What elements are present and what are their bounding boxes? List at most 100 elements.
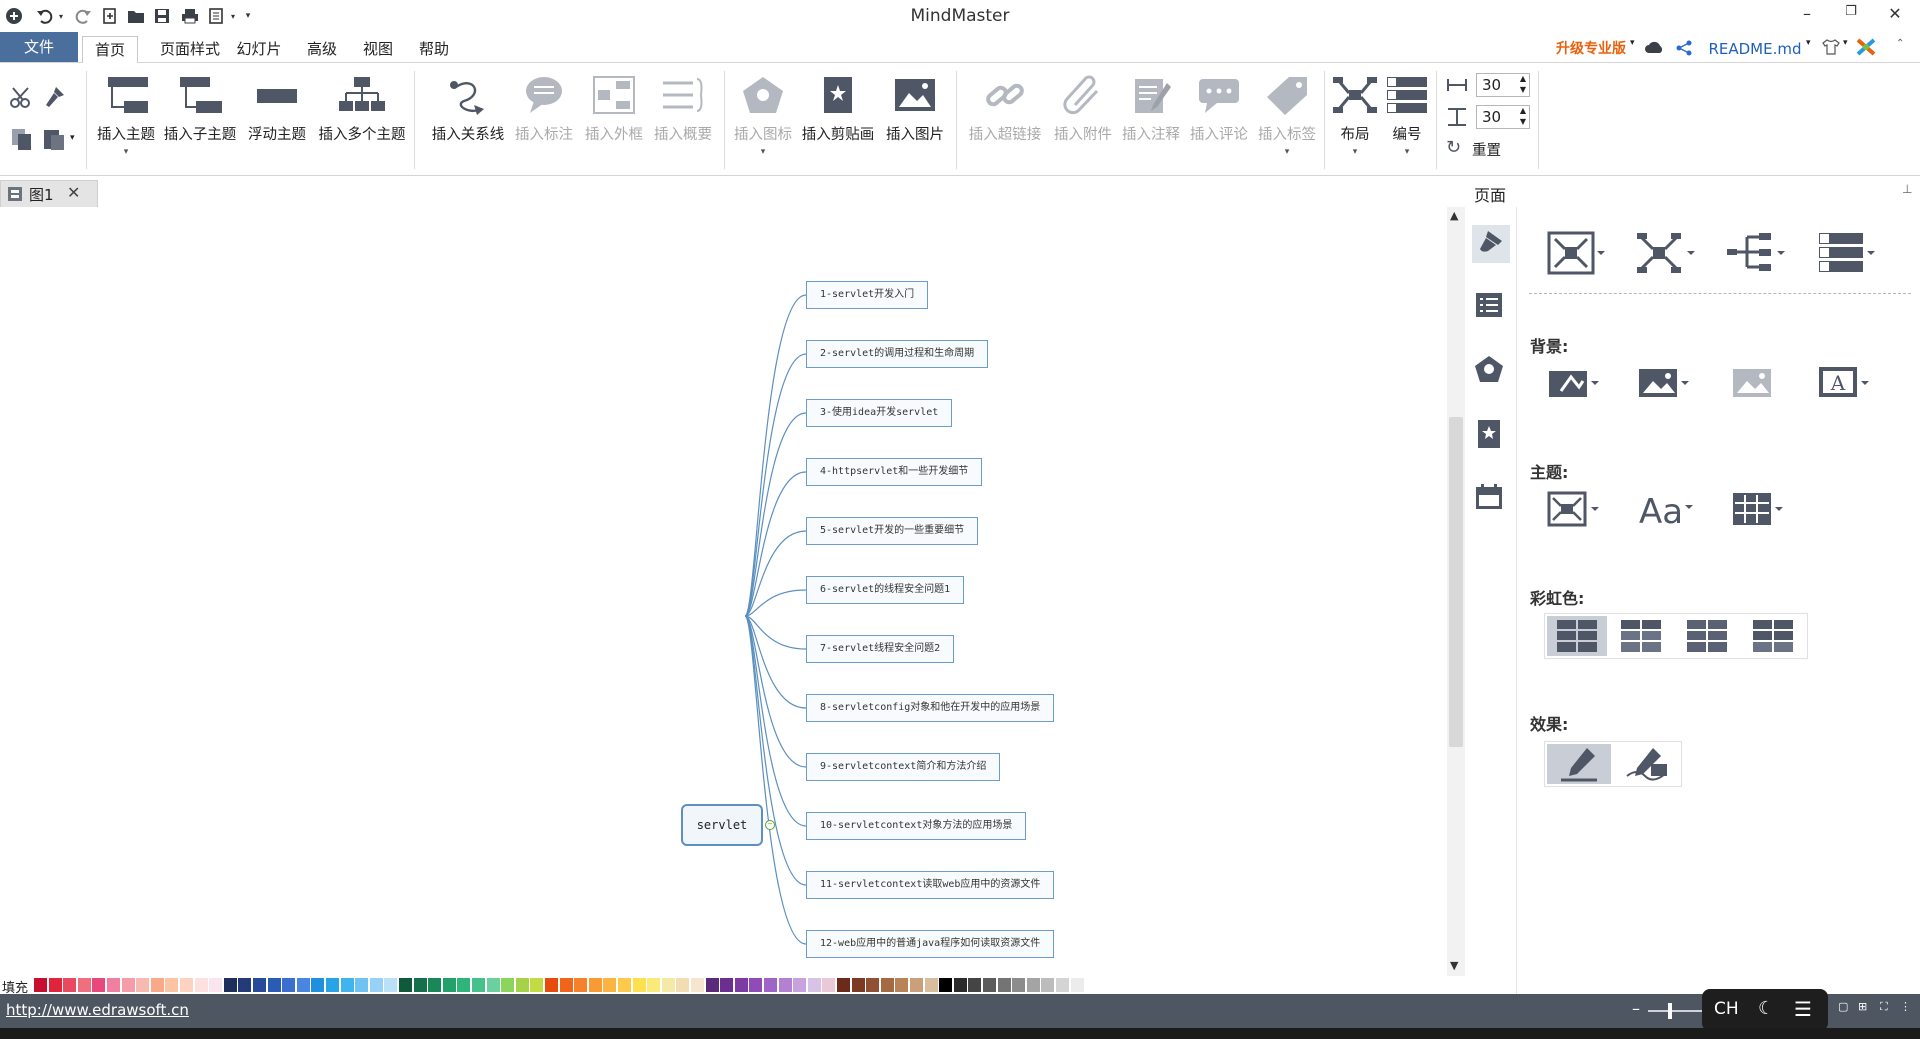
color-swatch[interactable] [413, 978, 427, 992]
insert-topic-dropdown-icon[interactable]: ▾ [92, 147, 160, 157]
color-swatch[interactable] [194, 978, 208, 992]
insert-image-button[interactable]: 插入图片 [880, 63, 950, 175]
color-swatch[interactable] [603, 978, 617, 992]
color-swatch[interactable] [953, 978, 967, 992]
color-swatch[interactable] [983, 978, 996, 992]
theme-font-icon[interactable]: Aa [1639, 489, 1693, 533]
color-swatch[interactable] [63, 978, 77, 992]
color-swatch[interactable] [997, 978, 1011, 992]
color-swatch[interactable] [676, 978, 690, 992]
share-icon[interactable] [1676, 40, 1692, 60]
color-swatch[interactable] [428, 978, 442, 992]
color-swatch[interactable] [851, 978, 865, 992]
color-swatch[interactable] [545, 978, 558, 992]
color-swatch[interactable] [793, 978, 807, 992]
color-swatch[interactable] [968, 978, 982, 992]
color-swatch[interactable] [180, 978, 193, 992]
color-swatch[interactable] [705, 978, 719, 992]
icon-library-tab[interactable] [1474, 355, 1504, 387]
scroll-up-icon[interactable]: ▲ [1450, 209, 1458, 222]
topic-node[interactable]: 3-使用idea开发servlet [806, 399, 953, 427]
topic-node[interactable]: 6-servlet的线程安全问题1 [806, 576, 965, 604]
list-layout-icon[interactable] [1817, 231, 1875, 279]
color-swatch[interactable] [559, 978, 573, 992]
theme-color-icon[interactable] [1731, 491, 1785, 531]
remove-background-icon[interactable] [1731, 365, 1775, 403]
topic-node[interactable]: 2-servlet的调用过程和生命周期 [806, 340, 989, 368]
rainbow-option-2[interactable] [1621, 620, 1661, 656]
numbering-button[interactable]: 编号 ▾ [1382, 63, 1432, 175]
rainbow-option-4[interactable] [1753, 620, 1793, 656]
color-swatch[interactable] [238, 978, 252, 992]
color-swatch[interactable] [691, 978, 704, 992]
horizontal-spacing-input[interactable]: 30 ▲ ▼ [1476, 73, 1530, 97]
color-swatch[interactable] [296, 978, 310, 992]
collapse-branch-icon[interactable]: − [765, 820, 775, 830]
pin-icon[interactable]: ⊥ [1902, 182, 1912, 196]
color-swatch[interactable] [661, 978, 675, 992]
color-swatch[interactable] [588, 978, 602, 992]
colorful-logo-icon[interactable] [1856, 38, 1876, 60]
insert-comment-button[interactable]: 插入评论 [1186, 63, 1252, 175]
color-swatch[interactable] [501, 978, 515, 992]
color-swatch[interactable] [472, 978, 485, 992]
layout-button[interactable]: 布局 ▾ [1330, 63, 1380, 175]
rainbow-option-3[interactable] [1687, 620, 1727, 656]
color-swatch[interactable] [749, 978, 763, 992]
color-swatch[interactable] [165, 978, 179, 992]
zoom-out-button[interactable]: – [1632, 999, 1640, 1018]
website-link[interactable]: http://www.edrawsoft.cn [6, 1001, 189, 1019]
color-swatch[interactable] [720, 978, 734, 992]
color-swatch[interactable] [77, 978, 91, 992]
topic-node[interactable]: 1-servlet开发入门 [806, 281, 929, 309]
format-painter-icon[interactable] [42, 85, 66, 113]
color-swatch[interactable] [866, 978, 880, 992]
vertical-spacing-input[interactable]: 30 ▲ ▼ [1476, 105, 1530, 129]
color-swatch[interactable] [121, 978, 135, 992]
color-swatch[interactable] [1056, 978, 1069, 992]
color-swatch[interactable] [1085, 978, 1099, 992]
color-swatch[interactable] [1012, 978, 1026, 992]
fit-width-icon[interactable]: ⊞ [1858, 1000, 1867, 1013]
background-image-icon[interactable] [1637, 365, 1691, 403]
color-swatch[interactable] [778, 978, 792, 992]
tab-home[interactable]: 首页 [82, 36, 138, 64]
color-swatch[interactable] [369, 978, 383, 992]
tree-layout-icon[interactable] [1637, 231, 1695, 279]
page-format-tab[interactable] [1472, 225, 1510, 263]
fit-page-icon[interactable]: ▢ [1838, 1000, 1848, 1013]
insert-attachment-button[interactable]: 插入附件 [1050, 63, 1116, 175]
zoom-slider[interactable] [1648, 1003, 1708, 1019]
tab-file[interactable]: 文件 [0, 32, 78, 62]
scroll-down-icon[interactable]: ▼ [1450, 959, 1458, 972]
color-swatch[interactable] [515, 978, 529, 992]
insert-tag-dropdown-icon[interactable]: ▾ [1254, 147, 1320, 157]
insert-tag-button[interactable]: 插入标签 ▾ [1254, 63, 1320, 175]
color-swatch[interactable] [267, 978, 281, 992]
readme-dropdown-icon[interactable]: ▾ [1806, 38, 1811, 48]
color-swatch[interactable] [1026, 978, 1040, 992]
color-swatch[interactable] [924, 978, 938, 992]
collapse-ribbon-icon[interactable]: ⌃ [1896, 38, 1904, 49]
spinner-icon[interactable]: ▲ ▼ [1520, 73, 1526, 95]
color-swatch[interactable] [223, 978, 237, 992]
color-swatch[interactable] [457, 978, 471, 992]
tab-help[interactable]: 帮助 [412, 36, 456, 62]
restore-button[interactable]: ❐ [1836, 4, 1866, 28]
numbering-dropdown-icon[interactable]: ▾ [1382, 147, 1432, 157]
color-swatch[interactable] [632, 978, 646, 992]
tab-advanced[interactable]: 高级 [300, 36, 344, 62]
tab-slides[interactable]: 幻灯片 [234, 36, 284, 62]
color-swatch[interactable] [530, 978, 544, 992]
color-swatch[interactable] [647, 978, 661, 992]
close-button[interactable]: ✕ [1880, 4, 1910, 28]
color-swatch[interactable] [574, 978, 588, 992]
copy-icon[interactable] [10, 127, 34, 155]
upgrade-dropdown-icon[interactable]: ▾ [1630, 38, 1635, 48]
map-layout-icon[interactable] [1547, 231, 1605, 279]
color-swatch[interactable] [880, 978, 894, 992]
document-tab[interactable]: 图1 ✕ [0, 180, 98, 208]
floating-topic-button[interactable]: 浮动主题 [242, 63, 312, 175]
rainbow-option-selected[interactable] [1547, 616, 1607, 656]
layout-dropdown-icon[interactable]: ▾ [1330, 147, 1380, 157]
